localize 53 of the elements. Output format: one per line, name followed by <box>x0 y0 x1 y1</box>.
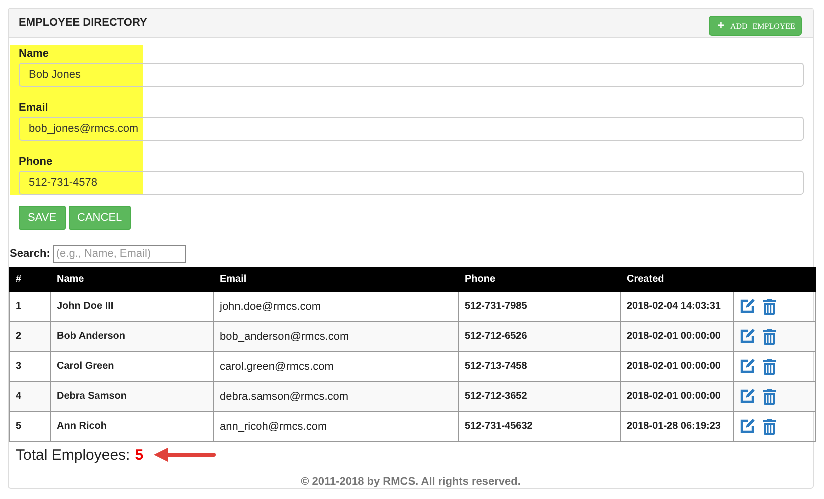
field-label: Name <box>19 48 50 62</box>
table-cell: 512-731-45632 <box>465 421 533 432</box>
edit-icon[interactable] <box>740 359 755 374</box>
table-cell: 512-712-6526 <box>465 331 528 342</box>
table-cell: 2018-02-04 14:03:31 <box>627 301 721 312</box>
edit-icon[interactable] <box>740 299 755 314</box>
input-field[interactable]: 512-731-4578 <box>19 171 804 195</box>
table-cell: 4 <box>16 391 22 402</box>
table-cell: 1 <box>16 301 22 312</box>
table-cell: John Doe III <box>57 301 114 312</box>
table-cell: 2018-01-28 06:19:23 <box>627 421 721 432</box>
column-header: # <box>16 274 22 285</box>
field-label: Phone <box>19 156 54 170</box>
input-field[interactable]: Bob Jones <box>19 63 804 87</box>
panel-title: EMPLOYEE DIRECTORY <box>19 17 148 29</box>
table-cell: 2018-02-01 00:00:00 <box>627 361 721 372</box>
trash-icon[interactable] <box>763 358 776 375</box>
arrow-annotation <box>154 448 216 462</box>
table-cell: john.doe@rmcs.com <box>220 300 322 312</box>
edit-icon[interactable] <box>740 329 755 344</box>
table-cell: Bob Anderson <box>57 331 126 342</box>
field-label: Email <box>19 102 50 116</box>
table-cell: 512-731-7985 <box>465 301 528 312</box>
table-cell: 512-713-7458 <box>465 361 528 372</box>
edit-icon[interactable] <box>740 389 755 404</box>
search-field[interactable]: (e.g., Name, Email) <box>53 245 186 263</box>
column-header: Phone <box>465 274 496 285</box>
trash-icon[interactable] <box>763 328 776 345</box>
table-cell: debra.samson@rmcs.com <box>220 390 349 402</box>
column-header: Email <box>220 274 247 285</box>
total-label: Total Employees: <box>16 446 130 464</box>
table-cell: Ann Ricoh <box>57 421 107 432</box>
table-cell: bob_anderson@rmcs.com <box>220 330 350 342</box>
table-cell: Debra Samson <box>57 391 128 402</box>
table-cell: 512-712-3652 <box>465 391 528 402</box>
table-cell: 2018-02-01 00:00:00 <box>627 391 721 402</box>
search-label: Search: <box>10 248 50 260</box>
trash-icon[interactable] <box>763 298 776 315</box>
table-cell: 2 <box>16 331 22 342</box>
table-cell: Carol Green <box>57 361 114 372</box>
table-cell: 5 <box>16 421 22 432</box>
table-cell: 3 <box>16 361 22 372</box>
edit-icon[interactable] <box>740 419 755 434</box>
table-cell: 2018-02-01 00:00:00 <box>627 331 721 342</box>
table-cell: ann_ricoh@rmcs.com <box>220 420 328 432</box>
footer-text: © 2011-2018 by RMCS. All rights reserved. <box>300 476 522 488</box>
column-header: Created <box>627 274 664 285</box>
total-count: 5 <box>135 446 144 464</box>
table-cell: carol.green@rmcs.com <box>220 360 334 372</box>
input-field[interactable]: bob_jones@rmcs.com <box>19 117 804 141</box>
trash-icon[interactable] <box>763 418 776 435</box>
trash-icon[interactable] <box>763 388 776 405</box>
column-header: Name <box>57 274 84 285</box>
